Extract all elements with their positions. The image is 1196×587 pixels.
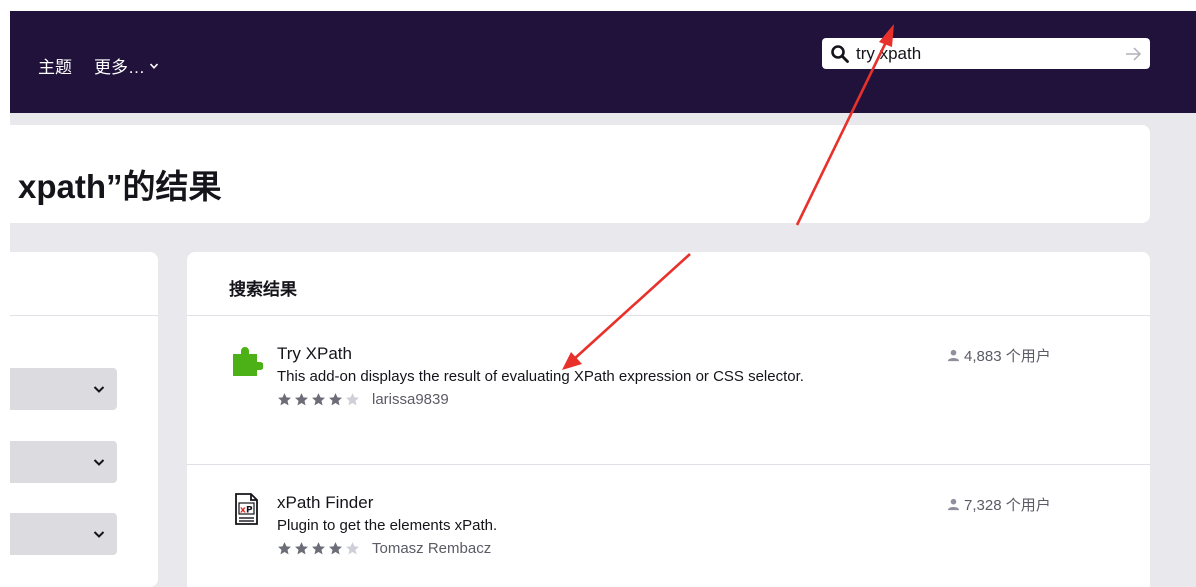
puzzle-piece-icon bbox=[233, 347, 263, 376]
star-filled-icon bbox=[329, 393, 342, 406]
svg-text:P: P bbox=[246, 506, 253, 516]
star-filled-icon bbox=[278, 393, 291, 406]
filter-select-1[interactable] bbox=[10, 368, 117, 410]
search-results-card: 搜索结果 Try XPath This add-on displays the … bbox=[187, 252, 1150, 587]
result-title[interactable]: xPath Finder bbox=[277, 492, 837, 514]
star-filled-icon bbox=[278, 542, 291, 555]
rating-stars bbox=[277, 392, 360, 407]
results-header: 搜索结果 bbox=[229, 280, 297, 299]
user-count-label: 4,883 个用户 bbox=[964, 348, 1051, 365]
rating-stars bbox=[277, 541, 360, 556]
result-description: Plugin to get the elements xPath. bbox=[277, 517, 498, 534]
result-title[interactable]: Try XPath bbox=[277, 343, 837, 365]
user-count: 4,883 个用户 bbox=[947, 345, 1051, 366]
filter-divider bbox=[10, 315, 158, 316]
star-filled-icon bbox=[312, 393, 325, 406]
nav-more-label: 更多… bbox=[94, 58, 145, 77]
user-icon bbox=[947, 498, 960, 511]
search-title-card: xpath”的结果 bbox=[10, 125, 1150, 223]
filter-select-2[interactable] bbox=[10, 441, 117, 483]
result-author[interactable]: larissa9839 bbox=[372, 391, 449, 408]
result-body: Try XPath This add-on displays the resul… bbox=[277, 343, 837, 408]
nav-links: 主题 更多… bbox=[38, 53, 159, 78]
filter-panel bbox=[10, 252, 158, 587]
star-filled-icon bbox=[295, 542, 308, 555]
xpath-document-icon: x P bbox=[235, 493, 258, 525]
star-empty-icon bbox=[346, 393, 359, 406]
star-empty-icon bbox=[346, 542, 359, 555]
user-count: 7,328 个用户 bbox=[947, 494, 1051, 515]
chevron-down-icon bbox=[149, 62, 159, 69]
result-meta: Tomasz Rembacz bbox=[277, 540, 837, 557]
chevron-down-icon bbox=[93, 459, 105, 466]
result-description: This add-on displays the result of evalu… bbox=[277, 368, 804, 385]
user-count-label: 7,328 个用户 bbox=[964, 497, 1051, 514]
search-icon bbox=[831, 44, 849, 63]
chevron-down-icon bbox=[93, 386, 105, 393]
search-box bbox=[822, 38, 1150, 69]
search-input[interactable] bbox=[856, 43, 1124, 64]
nav-themes-link[interactable]: 主题 bbox=[38, 53, 72, 78]
result-author[interactable]: Tomasz Rembacz bbox=[372, 540, 491, 557]
filter-select-3[interactable] bbox=[10, 513, 117, 555]
star-filled-icon bbox=[329, 542, 342, 555]
arrow-right-icon[interactable] bbox=[1124, 45, 1142, 63]
results-divider bbox=[187, 315, 1150, 316]
user-icon bbox=[947, 349, 960, 362]
chevron-down-icon bbox=[93, 531, 105, 538]
top-nav-bar: 主题 更多… bbox=[10, 11, 1196, 113]
star-filled-icon bbox=[295, 393, 308, 406]
result-item[interactable]: x P xPath Finder Plugin to get the eleme… bbox=[229, 492, 1109, 572]
result-meta: larissa9839 bbox=[277, 391, 837, 408]
results-divider bbox=[187, 464, 1150, 465]
nav-more-menu[interactable]: 更多… bbox=[94, 53, 159, 78]
page-title: xpath”的结果 bbox=[18, 168, 222, 205]
result-item[interactable]: Try XPath This add-on displays the resul… bbox=[229, 343, 1109, 443]
star-filled-icon bbox=[312, 542, 325, 555]
result-body: xPath Finder Plugin to get the elements … bbox=[277, 492, 837, 557]
